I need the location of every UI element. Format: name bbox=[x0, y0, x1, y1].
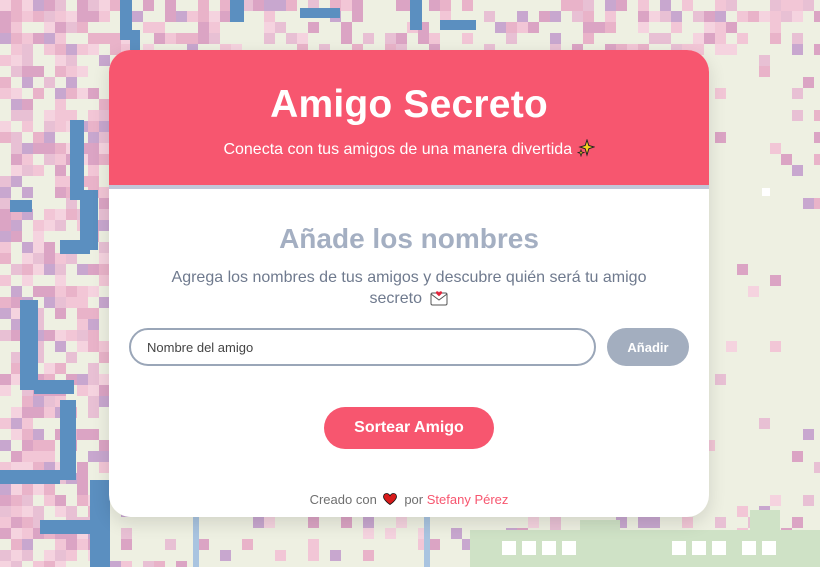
heart-icon bbox=[383, 491, 401, 507]
card-body: Añade los nombres Agrega los nombres de … bbox=[109, 189, 709, 517]
footer: Creado con por Stefany Pérez bbox=[109, 491, 709, 507]
sparkles-icon bbox=[576, 138, 596, 163]
footer-created-with: Creado con bbox=[309, 492, 377, 507]
footer-author-link[interactable]: Stefany Pérez bbox=[427, 492, 509, 507]
card-header: Amigo Secreto Conecta con tus amigos de … bbox=[109, 50, 709, 189]
app-subtitle: Conecta con tus amigos de una manera div… bbox=[109, 138, 709, 163]
love-letter-icon bbox=[430, 290, 448, 312]
section-description: Agrega los nombres de tus amigos y descu… bbox=[149, 267, 669, 312]
subtitle-text: Conecta con tus amigos de una manera div… bbox=[223, 141, 573, 158]
friend-name-input[interactable] bbox=[129, 328, 596, 366]
secret-friend-card: Amigo Secreto Conecta con tus amigos de … bbox=[109, 50, 709, 517]
add-button[interactable]: Añadir bbox=[607, 328, 689, 366]
draw-friend-button[interactable]: Sortear Amigo bbox=[324, 407, 494, 449]
description-text: Agrega los nombres de tus amigos y descu… bbox=[171, 269, 647, 307]
section-title: Añade los nombres bbox=[279, 223, 539, 254]
footer-by: por bbox=[404, 492, 424, 507]
app-title: Amigo Secreto bbox=[270, 83, 548, 126]
